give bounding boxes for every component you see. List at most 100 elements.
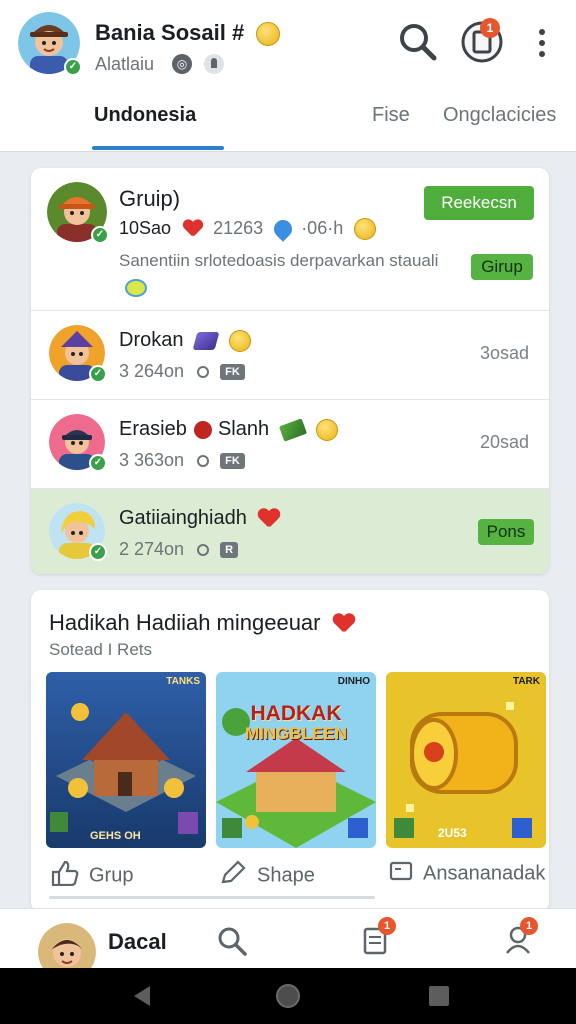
cash-icon — [278, 418, 307, 442]
user-avatar: ✓ — [49, 503, 107, 561]
search-icon[interactable] — [396, 20, 440, 64]
tile-top-label: DINHO — [337, 676, 370, 687]
recents-icon[interactable] — [428, 985, 450, 1012]
more-menu-icon[interactable] — [528, 20, 556, 64]
notification-badge: 1 — [480, 18, 500, 38]
document-icon — [389, 860, 413, 888]
list-item-highlighted[interactable]: ✓ Gatiiainghiadh 2 274on R Pons — [31, 489, 549, 574]
notifications-icon[interactable]: 1 — [460, 18, 504, 64]
reward-card: Hadikah Hadiiah mingeeuar Sotead I Rets … — [31, 590, 549, 912]
tab-undonesia[interactable]: Undonesia — [94, 104, 196, 127]
bottom-docs-icon[interactable]: 1 — [362, 917, 396, 957]
list-item[interactable]: ✓ Erasieb Slanh 3 363on FK 20sad — [31, 400, 549, 489]
share-label: Shape — [257, 864, 315, 887]
reward-subtitle: Sotead I Rets — [49, 640, 153, 659]
group-name: Gruip) — [119, 186, 181, 211]
docs-badge: 1 — [378, 917, 396, 935]
row-meta: 2 274on R — [119, 539, 239, 560]
tile-top-label: TARK — [512, 676, 540, 687]
back-icon[interactable] — [130, 984, 154, 1013]
row-tag[interactable]: Pons — [478, 519, 534, 545]
bottom-search-icon[interactable] — [216, 925, 248, 962]
tab-ongclacicies[interactable]: Ongclacicies — [443, 104, 556, 127]
profile-subtitle: Alatlaiu — [95, 54, 155, 74]
chat-icon — [125, 278, 147, 297]
lock-icon — [204, 54, 224, 74]
action-divider — [49, 896, 221, 899]
row-meta-text: 2 274on — [119, 539, 185, 559]
group-tag[interactable]: Girup — [471, 254, 533, 280]
gem-icon — [192, 331, 220, 350]
row-name-text-2: Slanh — [217, 418, 270, 440]
row-pill: FK — [220, 453, 245, 470]
group-description-text: Sanentiin srlotedoasis derpavarkan staua… — [119, 251, 439, 270]
reward-tile-house[interactable]: TANKS GEHS OH — [46, 672, 206, 848]
bottom-people-icon[interactable]: 1 — [504, 917, 538, 957]
group-avatar: ✓ — [47, 182, 109, 244]
row-meta-text: 3 363on — [119, 450, 185, 470]
heart-icon — [333, 614, 355, 634]
group-stat-a: 10Sao — [119, 218, 172, 238]
row-time: 20sad — [479, 432, 529, 452]
reward-tile-chest[interactable]: TARK 2U53 — [386, 672, 546, 848]
home-icon[interactable] — [275, 983, 301, 1014]
thumbs-up-icon — [51, 860, 79, 892]
tile-bottom-label: GEHS OH — [90, 830, 141, 842]
action-divider — [217, 896, 375, 899]
list-item[interactable]: ✓ Drokan 3 264on FK 3osad — [31, 311, 549, 400]
user-avatar: ✓ — [49, 325, 107, 383]
row-name: Drokan — [119, 329, 251, 352]
share-action[interactable]: Shape — [219, 860, 315, 892]
reward-title: Hadikah Hadiiah mingeeuar — [49, 610, 355, 636]
profile-name: Bania Sosail # — [95, 20, 244, 46]
globe-icon: ◎ — [172, 54, 192, 74]
row-time: 3osad — [479, 343, 529, 363]
group-description: Sanentiin srlotedoasis derpavarkan staua… — [119, 248, 449, 300]
drop-icon — [270, 216, 296, 242]
coin-icon — [354, 218, 377, 241]
tile-banner-line2: MINGBLEEN — [245, 724, 347, 743]
group-stat-b: 21263 — [213, 218, 264, 238]
row-name: Gatiiainghiadh — [119, 507, 280, 530]
location-icon — [197, 366, 210, 379]
tile-bottom-label: 2U53 — [438, 826, 467, 840]
location-icon — [197, 455, 210, 468]
feed-card: ✓ Gruip) 10Sao 21263 ·06·h Sanentiin srl… — [31, 168, 549, 574]
bottom-bar: Dacal 1 1 — [0, 908, 576, 981]
row-meta: 3 264on FK — [119, 361, 245, 382]
row-meta-text: 3 264on — [119, 361, 185, 381]
coin-icon — [316, 418, 339, 441]
verified-icon: ✓ — [89, 454, 107, 472]
people-badge: 1 — [520, 917, 538, 935]
heart-icon — [258, 509, 280, 529]
tile-banner-line1: HADKAK — [250, 702, 342, 725]
like-action[interactable]: Grup — [51, 860, 133, 892]
tile-top-label: TANKS — [166, 676, 200, 687]
group-stats: 10Sao 21263 ·06·h — [119, 216, 377, 242]
row-meta: 3 363on FK — [119, 450, 245, 471]
row-name: Erasieb Slanh — [119, 418, 339, 442]
recommend-button[interactable]: Reekecsn — [424, 186, 534, 220]
heart-icon — [183, 220, 203, 238]
bottom-name: Dacal — [108, 929, 167, 954]
coin-icon — [256, 22, 280, 46]
reward-title-text: Hadikah Hadiiah mingeeuar — [49, 610, 321, 635]
profile-name-suffix: # — [231, 20, 245, 45]
verified-icon: ✓ — [91, 226, 109, 244]
group-stat-c: ·06·h — [301, 218, 344, 238]
tab-fise[interactable]: Fise — [372, 104, 410, 127]
row-pill: FK — [220, 364, 245, 381]
location-icon — [197, 544, 210, 557]
active-tab-indicator — [92, 146, 224, 150]
profile-name-text: Bania Sosail — [95, 20, 226, 45]
profile-avatar[interactable]: ✓ — [18, 12, 82, 76]
row-name-text: Gatiiainghiadh — [119, 507, 247, 529]
announce-action[interactable]: Ansananadak — [389, 860, 545, 888]
reward-tile-banner[interactable]: HADKAK MINGBLEEN DINHO — [216, 672, 376, 848]
verified-icon: ✓ — [89, 365, 107, 383]
row-name-text: Erasieb — [119, 418, 187, 440]
verified-icon: ✓ — [64, 58, 82, 76]
berry-icon — [194, 420, 213, 439]
group-row[interactable]: ✓ Gruip) 10Sao 21263 ·06·h Sanentiin srl… — [31, 168, 549, 311]
row-pill: R — [220, 542, 239, 559]
